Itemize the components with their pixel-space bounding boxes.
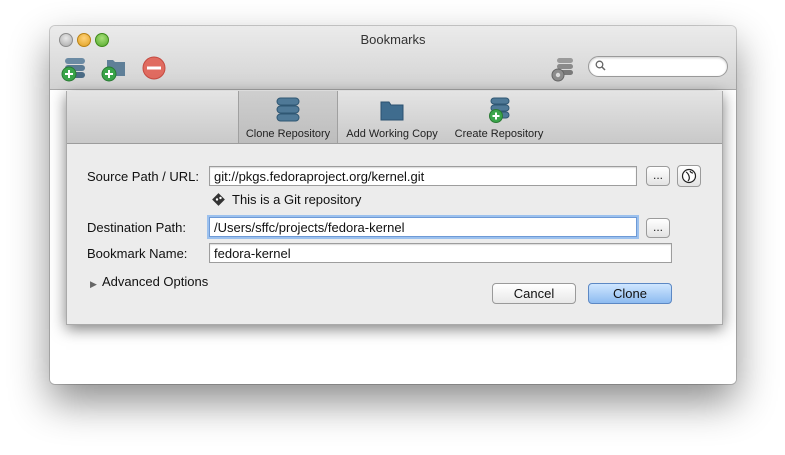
destination-path-field[interactable]: /Users/sffc/projects/fedora-kernel [209,217,637,237]
tab-label: Clone Repository [245,128,331,140]
add-repository-bookmark-icon[interactable] [59,54,89,84]
database-icon [276,97,300,122]
clone-sheet: Clone Repository Add Working Copy Create… [66,91,723,325]
source-path-field[interactable]: git://pkgs.fedoraproject.org/kernel.git [209,166,637,186]
bookmark-name-label: Bookmark Name: [87,246,188,261]
tab-create-repository[interactable]: Create Repository [449,91,549,143]
tab-add-working-copy[interactable]: Add Working Copy [340,91,444,143]
disclosure-triangle-icon[interactable]: ▶ [90,279,97,290]
source-path-label: Source Path / URL: [87,169,199,184]
destination-browse-button[interactable]: ... [646,218,670,238]
new-repository-icon [489,97,510,123]
tab-clone-repository[interactable]: Clone Repository [238,91,338,143]
repository-settings-icon[interactable] [547,54,577,84]
folder-icon [380,101,404,121]
destination-path-label: Destination Path: [87,220,187,235]
globe-icon [681,168,697,184]
clone-button[interactable]: Clone [588,283,672,304]
add-folder-icon[interactable] [99,54,129,84]
title-bar: Bookmarks [50,26,736,90]
window-title: Bookmarks [360,32,426,47]
search-icon [595,60,606,71]
tab-label: Add Working Copy [346,128,438,140]
repository-type-note: This is a Git repository [232,192,362,207]
remote-repository-button[interactable] [677,165,701,187]
cancel-button[interactable]: Cancel [492,283,576,304]
source-browse-button[interactable]: ... [646,166,670,186]
search-input[interactable] [588,56,728,77]
git-icon [212,193,225,206]
advanced-options-toggle[interactable]: Advanced Options [102,274,208,289]
sheet-tab-bar: Clone Repository Add Working Copy Create… [67,91,722,144]
bookmark-name-field[interactable]: fedora-kernel [209,243,672,263]
tab-label: Create Repository [454,128,544,140]
remove-bookmark-icon[interactable] [139,54,169,84]
